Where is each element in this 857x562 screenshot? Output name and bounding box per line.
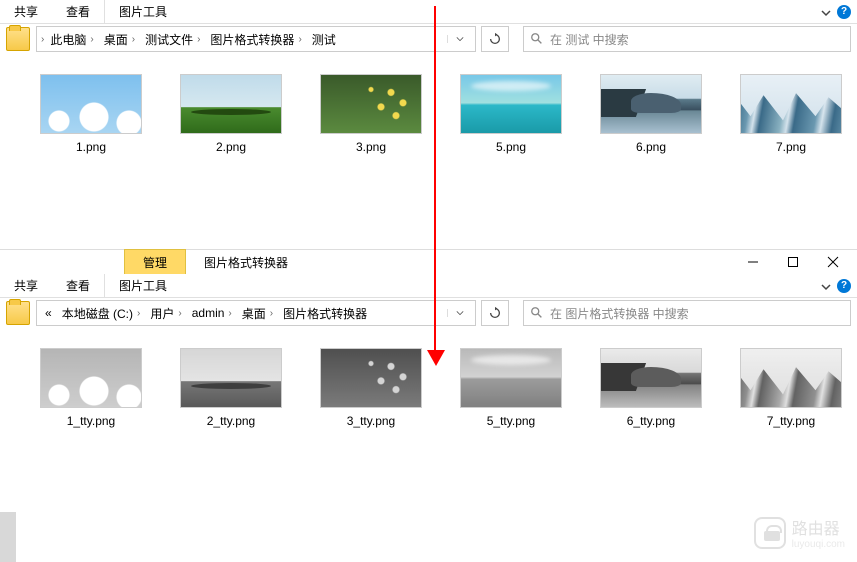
file-item[interactable]: 6_tty.png bbox=[600, 348, 702, 428]
file-item[interactable]: 6.png bbox=[600, 74, 702, 154]
breadcrumb-segment[interactable]: 测试 bbox=[308, 29, 340, 50]
file-name: 7_tty.png bbox=[767, 414, 815, 428]
file-item[interactable]: 1.png bbox=[40, 74, 142, 154]
breadcrumb-segment[interactable]: 用户› bbox=[146, 303, 185, 324]
destination-window: 管理 图片格式转换器 共享 查看 图片工具 ? « 本地磁盘 (C:)› 用户›… bbox=[0, 250, 857, 562]
breadcrumb-segment[interactable]: 本地磁盘 (C:)› bbox=[58, 303, 145, 324]
file-item[interactable]: 2.png bbox=[180, 74, 282, 154]
breadcrumb-segment[interactable]: 图片格式转换器 bbox=[279, 303, 371, 324]
chevron-down-icon[interactable] bbox=[821, 281, 831, 291]
breadcrumb-segment[interactable]: admin› bbox=[188, 304, 236, 322]
search-input[interactable]: 在 测试 中搜索 bbox=[523, 26, 851, 52]
minimize-button[interactable] bbox=[733, 250, 773, 274]
file-item[interactable]: 5_tty.png bbox=[460, 348, 562, 428]
router-icon bbox=[754, 517, 786, 549]
file-name: 5_tty.png bbox=[487, 414, 535, 428]
breadcrumb-dropdown[interactable] bbox=[447, 309, 471, 317]
watermark: 路由器 luyouqi.com bbox=[754, 515, 845, 550]
file-item[interactable]: 3_tty.png bbox=[320, 348, 422, 428]
search-icon bbox=[530, 306, 544, 320]
thumbnail bbox=[600, 348, 702, 408]
file-name: 7.png bbox=[776, 140, 806, 154]
address-bar: › 此电脑› 桌面› 测试文件› 图片格式转换器› 测试 在 测试 中搜索 bbox=[0, 24, 857, 54]
ribbon-tab-share[interactable]: 共享 bbox=[0, 274, 52, 297]
file-name: 5.png bbox=[496, 140, 526, 154]
watermark-subtext: luyouqi.com bbox=[792, 539, 845, 550]
breadcrumb-segment[interactable]: 测试文件› bbox=[141, 29, 204, 50]
source-window: 共享 查看 图片工具 ? › 此电脑› 桌面› 测试文件› 图片格式转换器› 测… bbox=[0, 0, 857, 250]
refresh-button[interactable] bbox=[481, 26, 509, 52]
breadcrumb-segment[interactable]: 桌面› bbox=[238, 303, 277, 324]
file-name: 1.png bbox=[76, 140, 106, 154]
ribbon-tab-share[interactable]: 共享 bbox=[0, 0, 52, 23]
thumbnail bbox=[460, 74, 562, 134]
annotation-arrow-head bbox=[427, 350, 445, 366]
file-item[interactable]: 7_tty.png bbox=[740, 348, 842, 428]
breadcrumb[interactable]: › 此电脑› 桌面› 测试文件› 图片格式转换器› 测试 bbox=[36, 26, 476, 52]
search-placeholder: 在 图片格式转换器 中搜索 bbox=[550, 305, 689, 322]
breadcrumb-segment[interactable]: 桌面› bbox=[100, 29, 139, 50]
breadcrumb-dropdown[interactable] bbox=[447, 35, 471, 43]
search-input[interactable]: 在 图片格式转换器 中搜索 bbox=[523, 300, 851, 326]
maximize-button[interactable] bbox=[773, 250, 813, 274]
ribbon-tabs: 共享 查看 图片工具 ? bbox=[0, 0, 857, 24]
refresh-button[interactable] bbox=[481, 300, 509, 326]
chevron-down-icon[interactable] bbox=[821, 7, 831, 17]
search-placeholder: 在 测试 中搜索 bbox=[550, 31, 629, 48]
thumbnail bbox=[180, 74, 282, 134]
thumbnail bbox=[460, 348, 562, 408]
thumbnail bbox=[320, 74, 422, 134]
thumbnail bbox=[740, 74, 842, 134]
folder-icon bbox=[6, 27, 30, 51]
breadcrumb-segment[interactable]: 图片格式转换器› bbox=[206, 29, 305, 50]
thumbnail bbox=[600, 74, 702, 134]
file-item[interactable]: 5.png bbox=[460, 74, 562, 154]
file-name: 3_tty.png bbox=[347, 414, 395, 428]
title-bar: 管理 图片格式转换器 bbox=[0, 250, 857, 274]
breadcrumb-segment[interactable]: 此电脑› bbox=[46, 29, 97, 50]
help-icon[interactable]: ? bbox=[837, 5, 851, 19]
folder-icon bbox=[6, 301, 30, 325]
ribbon-tab-picture-tools[interactable]: 图片工具 bbox=[104, 0, 181, 23]
thumbnail bbox=[180, 348, 282, 408]
ribbon-tab-view[interactable]: 查看 bbox=[52, 274, 104, 297]
file-name: 1_tty.png bbox=[67, 414, 115, 428]
contextual-tab-manage[interactable]: 管理 bbox=[124, 249, 186, 275]
breadcrumb[interactable]: « 本地磁盘 (C:)› 用户› admin› 桌面› 图片格式转换器 bbox=[36, 300, 476, 326]
watermark-text: 路由器 bbox=[792, 515, 845, 539]
thumbnail bbox=[740, 348, 842, 408]
thumbnail bbox=[320, 348, 422, 408]
file-name: 2_tty.png bbox=[207, 414, 255, 428]
ribbon-tab-view[interactable]: 查看 bbox=[52, 0, 104, 23]
file-grid: 1_tty.png 2_tty.png 3_tty.png 5_tty.png … bbox=[0, 328, 857, 448]
window-title: 图片格式转换器 bbox=[186, 250, 306, 275]
scrollbar[interactable] bbox=[0, 512, 16, 562]
chevron-right-icon: › bbox=[41, 34, 44, 45]
file-grid: 1.png 2.png 3.png 5.png 6.png 7.png bbox=[0, 54, 857, 174]
thumbnail bbox=[40, 74, 142, 134]
help-icon[interactable]: ? bbox=[837, 279, 851, 293]
file-name: 3.png bbox=[356, 140, 386, 154]
file-name: 2.png bbox=[216, 140, 246, 154]
file-item[interactable]: 7.png bbox=[740, 74, 842, 154]
close-button[interactable] bbox=[813, 250, 853, 274]
file-name: 6_tty.png bbox=[627, 414, 675, 428]
search-icon bbox=[530, 32, 544, 46]
ribbon-tab-picture-tools[interactable]: 图片工具 bbox=[104, 274, 181, 297]
file-item[interactable]: 1_tty.png bbox=[40, 348, 142, 428]
thumbnail bbox=[40, 348, 142, 408]
breadcrumb-overflow[interactable]: « bbox=[41, 304, 56, 322]
annotation-arrow bbox=[434, 6, 436, 358]
file-item[interactable]: 3.png bbox=[320, 74, 422, 154]
file-name: 6.png bbox=[636, 140, 666, 154]
address-bar: « 本地磁盘 (C:)› 用户› admin› 桌面› 图片格式转换器 在 图片… bbox=[0, 298, 857, 328]
file-item[interactable]: 2_tty.png bbox=[180, 348, 282, 428]
ribbon-tabs: 共享 查看 图片工具 ? bbox=[0, 274, 857, 298]
